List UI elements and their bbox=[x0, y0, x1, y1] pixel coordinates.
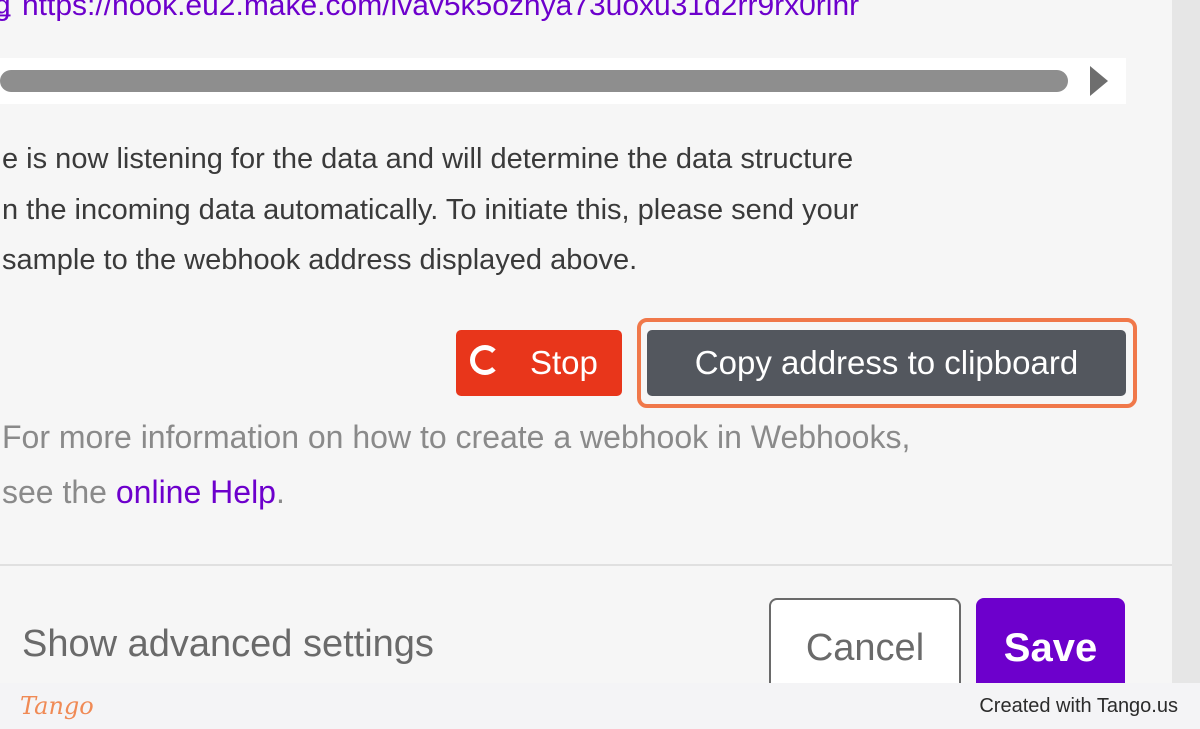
stop-label: Stop bbox=[530, 344, 598, 381]
help-prefix: see the bbox=[2, 474, 116, 510]
copy-address-button[interactable]: Copy address to clipboard bbox=[647, 330, 1126, 396]
info-line-1: e is now listening for the data and will… bbox=[2, 143, 854, 175]
help-line-1: For more information on how to create a … bbox=[2, 419, 911, 455]
stop-button[interactable]: Stop bbox=[456, 330, 622, 396]
help-line-2: see the online Help. bbox=[2, 465, 1122, 520]
vertical-scroll-track[interactable] bbox=[1172, 0, 1200, 683]
listening-info: e is now listening for the data and will… bbox=[2, 134, 1122, 286]
info-line-2: n the incoming data automatically. To in… bbox=[2, 193, 859, 226]
divider bbox=[0, 564, 1172, 566]
link-icon: ǥ bbox=[0, 0, 11, 22]
scrollbar-thumb[interactable] bbox=[0, 70, 1068, 92]
tango-logo: Tango bbox=[20, 692, 94, 720]
help-suffix: . bbox=[275, 474, 285, 510]
tango-credit: Created with Tango.us bbox=[979, 695, 1178, 717]
online-help-link[interactable]: online Help bbox=[116, 474, 276, 510]
horizontal-scrollbar[interactable] bbox=[0, 58, 1126, 104]
cancel-button[interactable]: Cancel bbox=[769, 598, 961, 683]
webhook-dialog: ǥ https://hook.eu2.make.com/ivav5k5ozhya… bbox=[0, 0, 1172, 683]
show-advanced-settings-toggle[interactable]: Show advanced settings bbox=[22, 616, 434, 672]
help-text: For more information on how to create a … bbox=[2, 410, 1122, 520]
info-line-3: sample to the webhook address displayed … bbox=[2, 244, 638, 276]
save-button[interactable]: Save bbox=[976, 598, 1125, 683]
tango-footer: Tango Created with Tango.us bbox=[0, 683, 1200, 729]
arrow-right-icon[interactable] bbox=[1090, 66, 1108, 96]
webhook-url[interactable]: https://hook.eu2.make.com/ivav5k5ozhya73… bbox=[22, 0, 1126, 26]
spinner-icon bbox=[470, 345, 500, 375]
